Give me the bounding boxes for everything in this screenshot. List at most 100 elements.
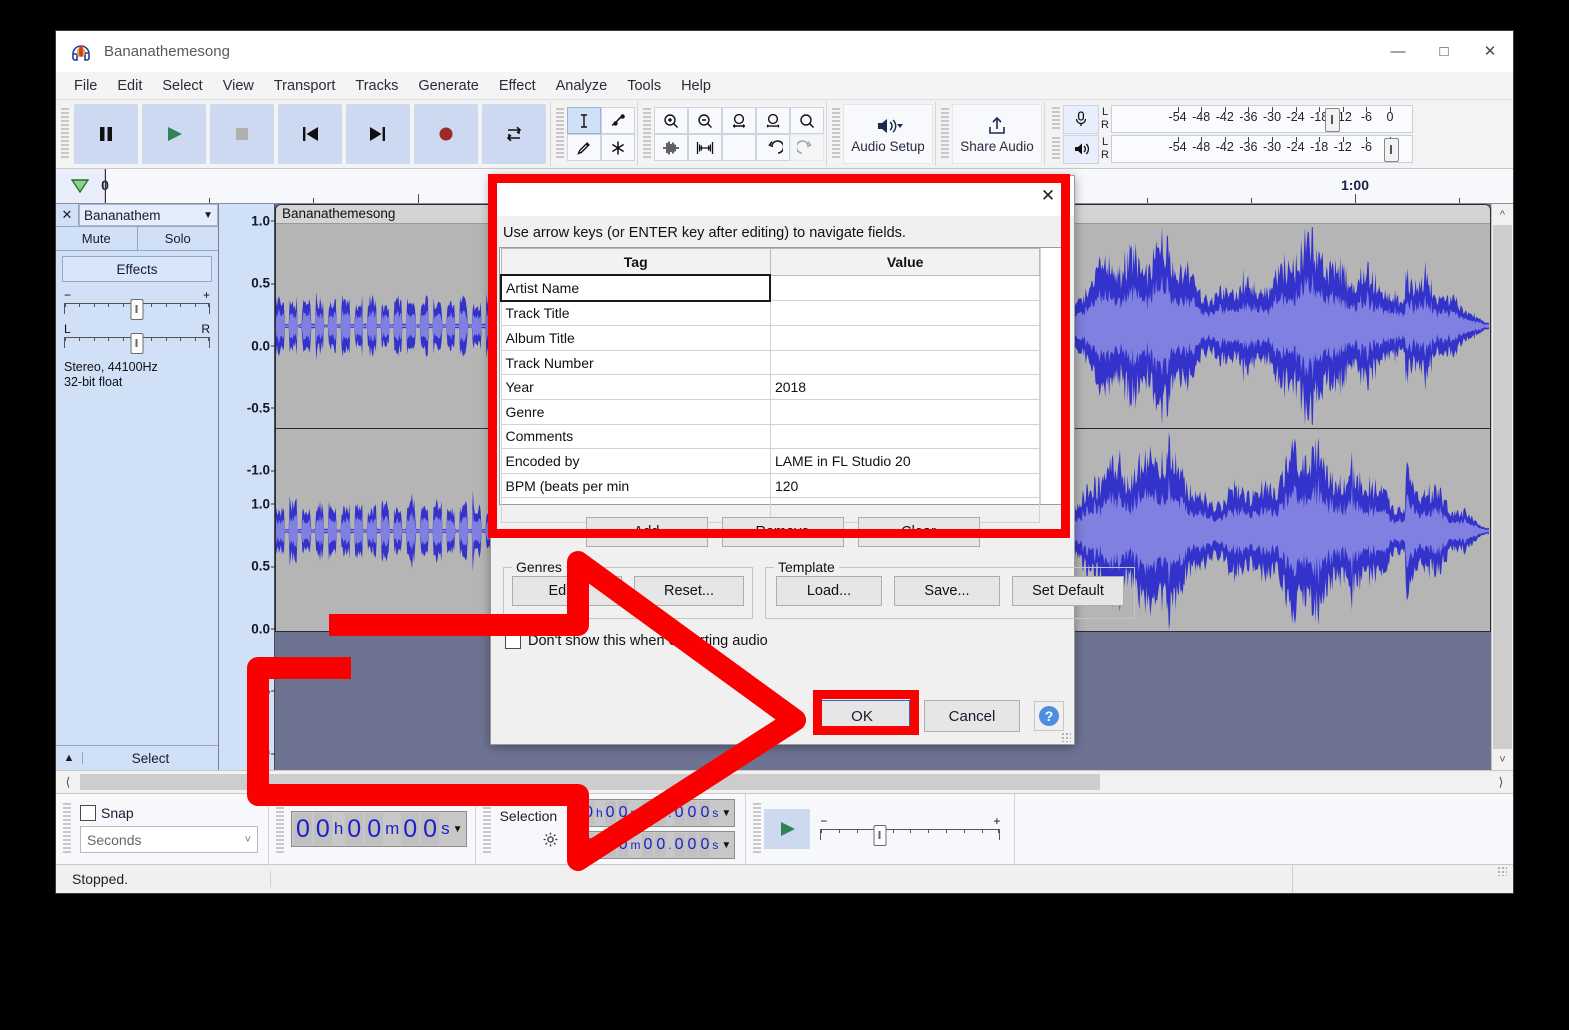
loop-button[interactable] xyxy=(482,104,546,164)
metadata-tag-cell[interactable]: Year xyxy=(501,375,770,400)
multi-tool-button[interactable] xyxy=(601,134,635,161)
redo-button[interactable] xyxy=(790,134,824,161)
gain-slider[interactable]: − + xyxy=(64,290,210,316)
silence-audio-button[interactable] xyxy=(688,134,722,161)
dont-show-checkbox[interactable] xyxy=(505,633,521,649)
metadata-row[interactable]: BPM (beats per min120 xyxy=(501,473,1040,498)
pin-play-head-button[interactable] xyxy=(56,169,105,203)
audio-pos-m-tens[interactable]: 0 xyxy=(345,813,363,845)
metadata-value-cell[interactable]: LAME in FL Studio 20 xyxy=(770,449,1039,474)
selection-start-field[interactable]: 00h 00m 00. 000s ▼ xyxy=(567,799,735,827)
audio-pos-s-ones[interactable]: 0 xyxy=(421,813,439,845)
metadata-row[interactable]: Album Title xyxy=(501,326,1040,351)
metadata-tag-cell[interactable]: Genre xyxy=(501,399,770,424)
close-track-button[interactable]: ✕ xyxy=(56,204,79,226)
metadata-tag-cell[interactable]: BPM (beats per min xyxy=(501,473,770,498)
gain-slider-thumb[interactable] xyxy=(131,299,144,320)
recording-meter[interactable]: L R -54-48-42-36-30-24-18-12-60 xyxy=(1049,105,1413,133)
pause-button[interactable] xyxy=(74,104,138,164)
tools-toolbar-grip[interactable] xyxy=(556,108,564,160)
menu-view[interactable]: View xyxy=(213,75,264,97)
metadata-value-cell[interactable] xyxy=(770,275,1039,301)
snap-checkbox[interactable] xyxy=(80,805,96,821)
share-audio-button[interactable]: Share Audio xyxy=(952,104,1042,164)
stop-button[interactable] xyxy=(210,104,274,164)
metadata-value-cell[interactable] xyxy=(770,326,1039,351)
column-header-tag[interactable]: Tag xyxy=(501,249,770,276)
horizontal-scrollbar-thumb[interactable] xyxy=(80,774,1100,790)
playback-meter[interactable]: L R -54-48-42-36-30-24-18-12-60 xyxy=(1049,135,1413,163)
vertical-ruler[interactable]: 1.0 0.5 0.0 -0.5 -1.0 1.0 0.5 0.0 -0.5 -… xyxy=(219,204,275,770)
zoom-toggle-button[interactable] xyxy=(790,107,824,134)
genres-reset-button[interactable]: Reset... xyxy=(634,576,744,606)
gain-slider-track[interactable] xyxy=(64,303,210,314)
menu-generate[interactable]: Generate xyxy=(408,75,488,97)
recording-meter-grip[interactable] xyxy=(1052,107,1060,131)
audio-setup-grip[interactable] xyxy=(832,108,840,160)
meter-volume-slider[interactable] xyxy=(1384,138,1399,162)
menu-tracks[interactable]: Tracks xyxy=(345,75,408,97)
audio-pos-h-ones[interactable]: 0 xyxy=(314,813,332,845)
snapping-toolbar-grip[interactable] xyxy=(63,803,71,855)
metadata-table[interactable]: Tag Value Artist NameTrack TitleAlbum Ti… xyxy=(499,247,1066,505)
audio-pos-h-tens[interactable]: 0 xyxy=(294,813,312,845)
add-tag-button[interactable]: Add xyxy=(586,517,708,547)
template-save-button[interactable]: Save... xyxy=(894,576,1000,606)
metadata-tag-cell[interactable]: Artist Name xyxy=(501,275,770,301)
selection-tool-button[interactable] xyxy=(567,107,601,134)
play-button[interactable] xyxy=(142,104,206,164)
audio-position-grip[interactable] xyxy=(276,803,284,855)
metadata-row[interactable]: Encoded byLAME in FL Studio 20 xyxy=(501,449,1040,474)
metadata-value-cell[interactable] xyxy=(770,424,1039,449)
zoom-in-button[interactable] xyxy=(654,107,688,134)
horizontal-scrollbar[interactable]: ⟨ ⟩ xyxy=(56,770,1513,793)
audio-pos-m-ones[interactable]: 0 xyxy=(365,813,383,845)
vertical-scrollbar-thumb[interactable] xyxy=(1493,225,1512,749)
playback-meter-bar[interactable]: -54-48-42-36-30-24-18-12-60 xyxy=(1111,135,1413,163)
envelope-tool-button[interactable] xyxy=(601,107,635,134)
metadata-row[interactable]: Genre xyxy=(501,399,1040,424)
metadata-row[interactable]: Comments xyxy=(501,424,1040,449)
metadata-value-cell[interactable] xyxy=(770,399,1039,424)
play-speed-slider[interactable]: − + xyxy=(820,816,1000,842)
pan-slider-thumb[interactable] xyxy=(131,333,144,354)
playback-meter-grip[interactable] xyxy=(1052,137,1060,161)
play-speed-thumb[interactable] xyxy=(874,825,887,846)
draw-tool-button[interactable] xyxy=(567,134,601,161)
metadata-value-cell[interactable]: 2018 xyxy=(770,375,1039,400)
menu-select[interactable]: Select xyxy=(152,75,212,97)
pan-slider-track[interactable] xyxy=(64,337,210,348)
horizontal-scrollbar-track[interactable] xyxy=(80,774,1489,790)
play-speed-track[interactable] xyxy=(820,829,1000,840)
speaker-icon[interactable] xyxy=(1063,135,1099,164)
scroll-up-arrow-icon[interactable]: ^ xyxy=(1492,204,1513,225)
skip-to-start-button[interactable] xyxy=(278,104,342,164)
effects-button[interactable]: Effects xyxy=(62,256,212,282)
mute-button[interactable]: Mute xyxy=(56,227,138,250)
dont-show-checkbox-row[interactable]: Don't show this when exporting audio xyxy=(491,619,1074,649)
metadata-value-cell[interactable] xyxy=(770,301,1039,326)
meter-volume-slider[interactable] xyxy=(1325,108,1340,132)
metadata-tag-cell[interactable]: Comments xyxy=(501,424,770,449)
menu-effect[interactable]: Effect xyxy=(489,75,546,97)
remove-tag-button[interactable]: Remove xyxy=(722,517,844,547)
audio-pos-s-tens[interactable]: 0 xyxy=(401,813,419,845)
ok-button[interactable]: OK xyxy=(814,700,910,732)
metadata-value-cell[interactable]: 120 xyxy=(770,473,1039,498)
recording-meter-bar[interactable]: -54-48-42-36-30-24-18-12-60 xyxy=(1111,105,1413,133)
column-header-value[interactable]: Value xyxy=(770,249,1039,276)
snap-checkbox-row[interactable]: Snap xyxy=(80,805,258,821)
audio-position-dropdown-icon[interactable]: ▼ xyxy=(451,824,465,835)
help-button[interactable]: ? xyxy=(1034,701,1064,731)
vertical-scrollbar[interactable]: ^ ˅ xyxy=(1491,204,1513,770)
menu-tools[interactable]: Tools xyxy=(617,75,671,97)
metadata-value-cell[interactable] xyxy=(770,350,1039,375)
metadata-row[interactable]: Artist Name xyxy=(501,275,1040,301)
metadata-row[interactable]: Track Number xyxy=(501,350,1040,375)
pan-slider[interactable]: L R xyxy=(64,324,210,350)
clear-tags-button[interactable]: Clear xyxy=(858,517,980,547)
undo-button[interactable] xyxy=(756,134,790,161)
metadata-row[interactable]: Year2018 xyxy=(501,375,1040,400)
edit-toolbar-grip[interactable] xyxy=(643,108,651,160)
fit-selection-button[interactable] xyxy=(722,107,756,134)
